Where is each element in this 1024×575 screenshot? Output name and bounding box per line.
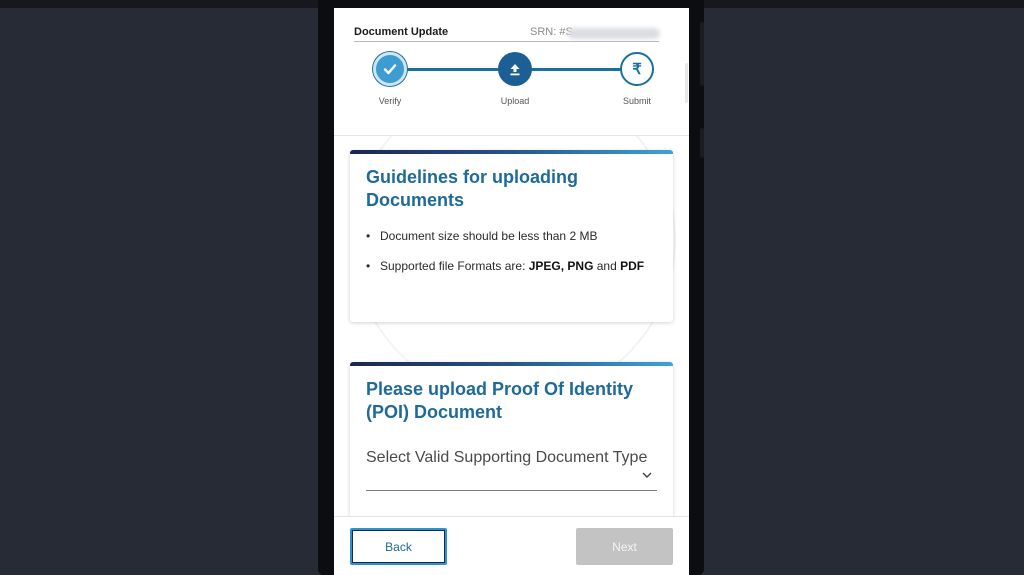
card-accent-bar [350, 362, 673, 366]
poi-upload-card: Please upload Proof Of Identity (POI) Do… [350, 362, 673, 542]
guidelines-title: Guidelines for uploading Documents [366, 167, 579, 210]
format-jpeg-png: JPEG, PNG [528, 259, 594, 273]
format-pdf: PDF [620, 259, 645, 273]
check-icon [383, 64, 397, 75]
guideline-item: Document size should be less than 2 MB [366, 228, 656, 244]
poi-title: Please upload Proof Of Identity (POI) Do… [366, 379, 634, 422]
footer-bar: Back Next [334, 516, 689, 575]
guidelines-list: Document size should be less than 2 MB S… [366, 228, 656, 288]
guidelines-card: Guidelines for uploading Documents Docum… [350, 150, 673, 322]
phone-side-button [700, 22, 704, 86]
card-accent-bar [350, 150, 673, 154]
back-button[interactable]: Back [350, 528, 447, 565]
chevron-down-icon[interactable] [642, 470, 652, 482]
step-submit-label: Submit [622, 96, 651, 106]
page-header: Document Update SRN: #S Verify Upload ₹ … [334, 8, 689, 136]
step-verify [373, 52, 407, 86]
next-button[interactable]: Next [576, 528, 673, 565]
header-divider [354, 41, 659, 42]
header-shadow [334, 135, 689, 136]
step-submit: ₹ [620, 52, 654, 86]
select-underline [366, 490, 657, 491]
app-screen: sd Document Update SRN: #S Verify Upload… [334, 8, 689, 575]
page-title: Document Update [354, 26, 449, 38]
upload-icon [510, 64, 520, 76]
rupee-icon: ₹ [632, 61, 642, 78]
guideline-text: Supported file Formats are: [380, 259, 529, 273]
document-type-select[interactable]: Select Valid Supporting Document Type [366, 448, 656, 468]
srn-label: SRN: #S [530, 26, 573, 38]
step-upload-label: Upload [500, 96, 530, 106]
scrollbar[interactable] [685, 63, 688, 103]
phone-side-button [700, 128, 704, 158]
step-upload [498, 52, 532, 86]
guideline-text-and: and [593, 259, 621, 273]
step-verify-label: Verify [378, 96, 402, 106]
guideline-text: Document size should be less than 2 MB [380, 229, 598, 243]
guideline-item: Supported file Formats are: JPEG, PNG an… [366, 258, 656, 274]
srn-value-redacted [568, 28, 660, 39]
